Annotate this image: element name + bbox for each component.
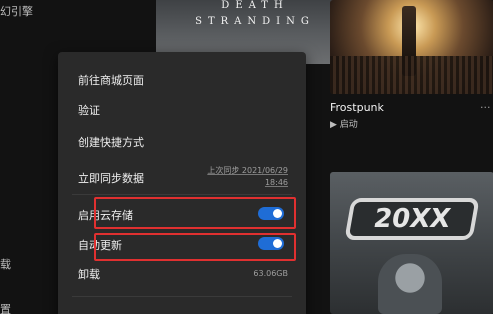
menu-item-verify[interactable]: 验证 (78, 102, 100, 118)
menu-item-store-page[interactable]: 前往商城页面 (78, 72, 144, 88)
frostpunk-more-options-icon[interactable]: ··· (480, 101, 491, 114)
frostpunk-title: Frostpunk (330, 101, 384, 114)
menu-divider-bottom (72, 296, 292, 297)
menu-item-uninstall[interactable]: 卸载 (78, 266, 100, 282)
death-stranding-title-line2: STRANDING (195, 16, 315, 27)
sidebar-item-download[interactable]: 载 (0, 256, 11, 272)
game-tile-frostpunk[interactable] (330, 0, 493, 94)
sidebar: 幻引擎 载 置 (0, 0, 38, 314)
menu-item-create-shortcut[interactable]: 创建快捷方式 (78, 134, 144, 150)
menu-item-sync-now[interactable]: 立即同步数据 (78, 170, 144, 186)
game-tile-20xx[interactable]: 20XX (330, 172, 493, 314)
frostpunk-crowd-art (330, 56, 493, 94)
game-context-menu: 前往商城页面 验证 创建快捷方式 立即同步数据 上次同步 2021/06/29 … (58, 52, 306, 314)
death-stranding-title-line1: DEATH (221, 0, 289, 11)
sidebar-item-settings[interactable]: 置 (0, 301, 11, 314)
highlight-box-auto-update (94, 233, 296, 261)
20xx-character-art (378, 254, 442, 314)
20xx-logo: 20XX (344, 198, 480, 240)
sidebar-item-engine[interactable]: 幻引擎 (0, 3, 33, 19)
install-size: 63.06GB (253, 269, 288, 278)
highlight-box-cloud-save (94, 197, 296, 229)
frostpunk-launch-button[interactable]: ▶ 启动 (330, 117, 358, 130)
last-sync-time: 上次同步 2021/06/29 18:46 (207, 166, 288, 187)
menu-divider (72, 194, 292, 195)
